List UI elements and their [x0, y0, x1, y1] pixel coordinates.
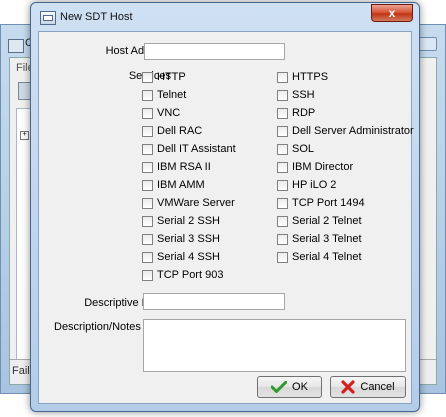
- cancel-label: Cancel: [360, 381, 395, 393]
- service-checkbox[interactable]: [277, 251, 288, 263]
- service-checkbox[interactable]: [277, 215, 288, 227]
- service-option[interactable]: VMWare Server: [142, 194, 236, 212]
- services-left-column: HTTP Telnet VNC Dell RAC Dell IT Assistant IB…: [142, 68, 236, 284]
- service-option[interactable]: SOL: [277, 140, 414, 158]
- service-checkbox[interactable]: [277, 233, 288, 245]
- service-option[interactable]: IBM Director: [277, 158, 414, 176]
- service-label: Dell IT Assistant: [157, 143, 236, 155]
- service-option[interactable]: Dell Server Administrator: [277, 122, 414, 140]
- dialog-client: Host Address Services HTTPTelnetVNCDell …: [38, 31, 414, 404]
- service-option[interactable]: SSH: [277, 86, 414, 104]
- service-checkbox[interactable]: [142, 251, 153, 263]
- service-option[interactable]: Serial 3 Telnet: [277, 230, 414, 248]
- service-label: SOL: [292, 143, 315, 155]
- service-label: VNC: [157, 107, 181, 119]
- service-label: IBM AMM: [157, 179, 205, 191]
- description-notes-textarea[interactable]: [143, 319, 406, 372]
- service-checkbox[interactable]: [142, 125, 153, 137]
- service-checkbox[interactable]: [277, 89, 288, 101]
- service-option[interactable]: IBM RSA II: [142, 158, 236, 176]
- service-label: Dell RAC: [157, 125, 203, 137]
- service-option[interactable]: Serial 2 Telnet: [277, 212, 414, 230]
- service-label: Serial 2 SSH: [157, 215, 220, 227]
- host-address-input[interactable]: [144, 43, 285, 60]
- app-icon: [8, 39, 24, 53]
- service-checkbox[interactable]: [142, 107, 153, 119]
- service-option[interactable]: Serial 4 Telnet: [277, 248, 414, 266]
- service-checkbox[interactable]: [277, 107, 288, 119]
- service-option[interactable]: Serial 4 SSH: [142, 248, 236, 266]
- service-label: Serial 3 Telnet: [292, 233, 362, 245]
- service-label: TCP Port 903: [157, 269, 224, 281]
- service-label: VMWare Server: [157, 197, 235, 209]
- service-option[interactable]: HP iLO 2: [277, 176, 414, 194]
- service-checkbox[interactable]: [142, 269, 153, 281]
- service-checkbox[interactable]: [277, 179, 288, 191]
- red-x-icon: [341, 380, 355, 394]
- service-option[interactable]: IBM AMM: [142, 176, 236, 194]
- service-label: SSH: [292, 89, 315, 101]
- service-option[interactable]: HTTP: [142, 68, 236, 86]
- service-label: IBM RSA II: [157, 161, 211, 173]
- service-checkbox[interactable]: [142, 197, 153, 209]
- service-label: HP iLO 2: [292, 179, 337, 191]
- service-label: Serial 2 Telnet: [292, 215, 362, 227]
- service-option[interactable]: Telnet: [142, 86, 236, 104]
- title-bar[interactable]: New SDT Host x: [31, 3, 419, 31]
- service-label: Serial 4 Telnet: [292, 251, 362, 263]
- service-option[interactable]: Dell IT Assistant: [142, 140, 236, 158]
- service-option[interactable]: TCP Port 1494: [277, 194, 414, 212]
- service-option[interactable]: Serial 3 SSH: [142, 230, 236, 248]
- service-label: RDP: [292, 107, 316, 119]
- service-option[interactable]: RDP: [277, 104, 414, 122]
- service-checkbox[interactable]: [142, 143, 153, 155]
- service-option[interactable]: Dell RAC: [142, 122, 236, 140]
- service-label: Serial 4 SSH: [157, 251, 220, 263]
- service-checkbox[interactable]: [142, 71, 153, 83]
- descriptive-name-input[interactable]: [143, 293, 285, 310]
- service-checkbox[interactable]: [277, 197, 288, 209]
- new-sdt-host-dialog: New SDT Host x Host Address Services HTT…: [30, 2, 420, 412]
- service-checkbox[interactable]: [277, 71, 288, 83]
- window-icon: [40, 11, 56, 25]
- service-label: Serial 3 SSH: [157, 233, 220, 245]
- service-checkbox[interactable]: [142, 89, 153, 101]
- dialog-title: New SDT Host: [60, 11, 133, 23]
- services-right-column: HTTPS SSH RDP Dell Server Administrator SOL I…: [277, 68, 414, 266]
- ok-label: OK: [292, 381, 308, 393]
- service-label: Dell Server Administrator: [292, 125, 414, 137]
- service-checkbox[interactable]: [142, 215, 153, 227]
- expand-icon[interactable]: +: [20, 131, 29, 140]
- service-option[interactable]: Serial 2 SSH: [142, 212, 236, 230]
- service-label: IBM Director: [292, 161, 354, 173]
- service-checkbox[interactable]: [277, 125, 288, 137]
- service-label: HTTPS: [292, 71, 329, 83]
- service-option[interactable]: HTTPS: [277, 68, 414, 86]
- service-checkbox[interactable]: [142, 233, 153, 245]
- service-option[interactable]: VNC: [142, 104, 236, 122]
- service-checkbox[interactable]: [142, 161, 153, 173]
- ok-button[interactable]: OK: [257, 376, 322, 398]
- service-label: Telnet: [157, 89, 187, 101]
- service-label: HTTP: [157, 71, 186, 83]
- service-checkbox[interactable]: [277, 143, 288, 155]
- description-notes-label: Description/Notes: [54, 321, 141, 333]
- service-checkbox[interactable]: [277, 161, 288, 173]
- checkmark-icon: [271, 381, 288, 393]
- service-checkbox[interactable]: [142, 179, 153, 191]
- service-label: TCP Port 1494: [292, 197, 365, 209]
- service-option[interactable]: TCP Port 903: [142, 266, 236, 284]
- cancel-button[interactable]: Cancel: [330, 376, 406, 398]
- close-button[interactable]: x: [371, 4, 413, 22]
